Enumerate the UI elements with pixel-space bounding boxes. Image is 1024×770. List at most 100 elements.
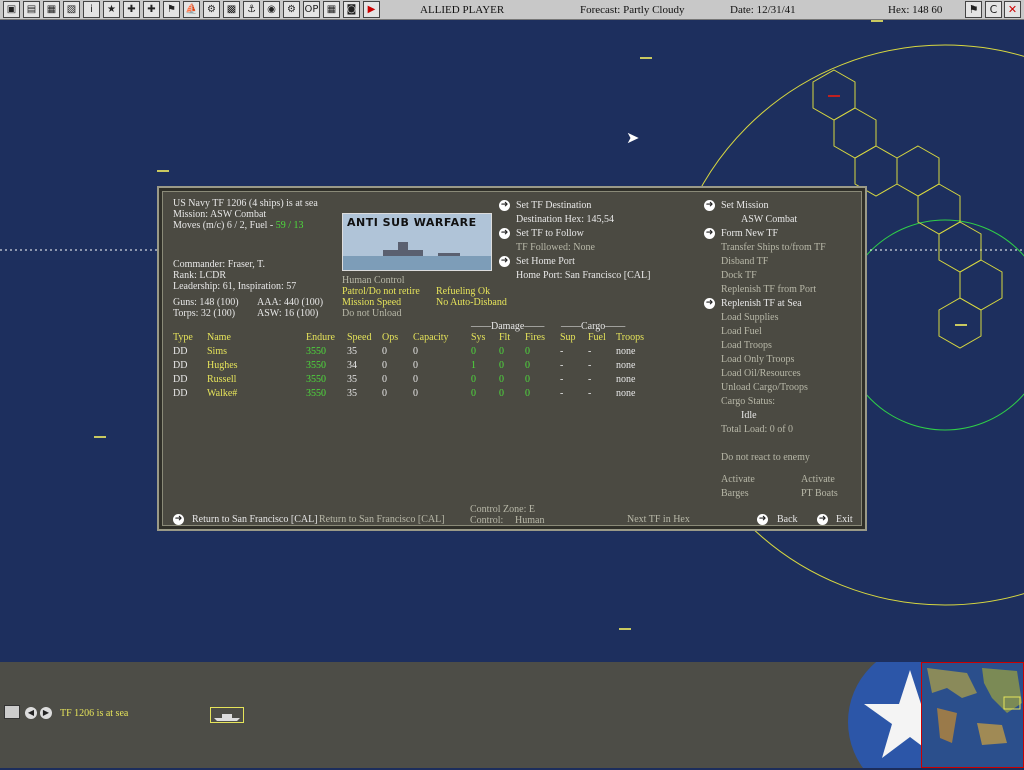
toolbar-button-14[interactable]: ⚙ [283, 1, 300, 18]
tf-marker[interactable] [955, 322, 967, 326]
form-new-tf-button[interactable]: Form New TF [721, 228, 778, 239]
column-header-sup[interactable]: Sup [560, 332, 576, 343]
load-troops-button[interactable]: Load Troops [721, 340, 772, 351]
close-icon[interactable]: ✕ [1004, 1, 1021, 18]
center-button[interactable]: C [985, 1, 1002, 18]
column-header-type[interactable]: Type [173, 332, 193, 343]
damage-label: Damage [491, 321, 525, 332]
load-fuel-button[interactable]: Load Fuel [721, 326, 762, 337]
load-supplies-button[interactable]: Load Supplies [721, 312, 779, 323]
back-button[interactable]: Back [777, 514, 798, 525]
tf-marker[interactable] [871, 20, 883, 22]
react-toggle[interactable]: Do not react to enemy [721, 452, 810, 463]
toolbar-button-18[interactable]: ▶ [363, 1, 380, 18]
next-tf-button[interactable]: Next TF in Hex [627, 514, 690, 525]
column-header-ops[interactable]: Ops [382, 332, 398, 343]
activate-pt-button[interactable]: Activate [801, 474, 835, 485]
transfer-ships-button[interactable]: Transfer Ships to/from TF [721, 242, 826, 253]
commander-name[interactable]: Commander: Fraser, T. [173, 259, 265, 270]
ship-name-link[interactable]: Sims [207, 346, 227, 357]
toolbar-button-10[interactable]: ⚙ [203, 1, 220, 18]
replenish-sea-button[interactable]: Replenish TF at Sea [721, 298, 802, 309]
replenish-port-button[interactable]: Replenish TF from Port [721, 284, 816, 295]
arrow-icon[interactable]: ➜ [704, 228, 715, 239]
arrow-icon[interactable]: ➜ [499, 200, 510, 211]
arrow-icon[interactable]: ➜ [499, 228, 510, 239]
unload-cargo-button[interactable]: Unload Cargo/Troops [721, 382, 808, 393]
home-port: Home Port: San Francisco [CAL] [516, 270, 651, 281]
exit-button[interactable]: Exit [836, 514, 853, 525]
toolbar-button-0[interactable]: ▣ [3, 1, 20, 18]
column-header-name[interactable]: Name [207, 332, 231, 343]
toolbar-button-7[interactable]: ✚ [143, 1, 160, 18]
column-header-troops[interactable]: Troops [616, 332, 644, 343]
mini-map[interactable] [921, 662, 1024, 768]
arrow-icon[interactable]: ➜ [499, 256, 510, 267]
set-home-port-button[interactable]: Set Home Port [516, 256, 575, 267]
toolbar-button-5[interactable]: ★ [103, 1, 120, 18]
arrow-icon[interactable]: ➜ [704, 200, 715, 211]
activate-barges-button-2[interactable]: Barges [721, 488, 749, 499]
load-oil-button[interactable]: Load Oil/Resources [721, 368, 801, 379]
toolbar-button-17[interactable]: ◙ [343, 1, 360, 18]
patrol-toggle[interactable]: Patrol/Do not retire [342, 286, 420, 297]
ship-name-link[interactable]: Walke# [207, 388, 237, 399]
toolbar-button-13[interactable]: ◉ [263, 1, 280, 18]
table-cell-capacity: 0 [413, 388, 418, 399]
toolbar-button-1[interactable]: ▤ [23, 1, 40, 18]
table-cell-capacity: 0 [413, 360, 418, 371]
toolbar-button-9[interactable]: ⛵ [183, 1, 200, 18]
column-header-fires[interactable]: Fires [525, 332, 545, 343]
toolbar-button-2[interactable]: ▦ [43, 1, 60, 18]
tf-marker[interactable] [619, 626, 631, 630]
column-header-sys[interactable]: Sys [471, 332, 485, 343]
activate-barges-button[interactable]: Activate [721, 474, 755, 485]
table-cell-endure: 3550 [306, 388, 326, 399]
toolbar-button-12[interactable]: ⚓ [243, 1, 260, 18]
toolbar-button-11[interactable]: ▩ [223, 1, 240, 18]
disband-tf-button[interactable]: Disband TF [721, 256, 768, 267]
ship-name-link[interactable]: Hughes [207, 360, 238, 371]
toolbar-button-4[interactable]: i [83, 1, 100, 18]
table-cell-troops: none [616, 388, 636, 399]
column-header-fuel[interactable]: Fuel [588, 332, 606, 343]
guns-stat: Guns: 148 (100) [173, 297, 239, 308]
toolbar-button-16[interactable]: ▦ [323, 1, 340, 18]
column-header-capacity[interactable]: Capacity [413, 332, 449, 343]
dock-tf-button[interactable]: Dock TF [721, 270, 757, 281]
prev-icon[interactable]: ◀ [25, 707, 37, 719]
column-header-speed[interactable]: Speed [347, 332, 371, 343]
refueling-toggle[interactable]: Refueling Ok [436, 286, 490, 297]
human-control[interactable]: Human Control [342, 275, 405, 286]
arrow-icon[interactable]: ➜ [173, 514, 184, 525]
auto-disband-toggle[interactable]: No Auto-Disband [436, 297, 507, 308]
list-icon[interactable] [4, 705, 20, 719]
arrow-icon[interactable]: ➜ [704, 298, 715, 309]
return-to-button[interactable]: Return to San Francisco [CAL] [192, 514, 318, 525]
toolbar-button-8[interactable]: ⚑ [163, 1, 180, 18]
ship-name-link[interactable]: Russell [207, 374, 236, 385]
tf-marker[interactable] [157, 168, 169, 172]
column-header-endure[interactable]: Endure [306, 332, 335, 343]
arrow-icon[interactable]: ➜ [757, 514, 768, 525]
torps-stat: Torps: 32 (100) [173, 308, 236, 319]
flag-icon[interactable]: ⚑ [965, 1, 982, 18]
set-follow-button[interactable]: Set TF to Follow [516, 228, 584, 239]
activate-pt-button-2[interactable]: PT Boats [801, 488, 838, 499]
toolbar-button-15[interactable]: OP [303, 1, 320, 18]
mission-speed-toggle[interactable]: Mission Speed [342, 297, 401, 308]
next-icon[interactable]: ▶ [40, 707, 52, 719]
set-destination-button[interactable]: Set TF Destination [516, 200, 591, 211]
ship-icon[interactable] [210, 707, 244, 723]
unload-toggle[interactable]: Do not Unload [342, 308, 401, 319]
toolbar-button-3[interactable]: ▧ [63, 1, 80, 18]
table-cell-ops: 0 [382, 360, 387, 371]
tf-marker[interactable] [640, 55, 652, 59]
arrow-icon[interactable]: ➜ [817, 514, 828, 525]
set-mission-button[interactable]: Set Mission [721, 200, 769, 211]
load-only-troops-button[interactable]: Load Only Troops [721, 354, 794, 365]
column-header-flt[interactable]: Flt [499, 332, 510, 343]
tf-marker[interactable] [94, 434, 106, 438]
toolbar-button-6[interactable]: ✚ [123, 1, 140, 18]
table-cell-flt: 0 [499, 346, 504, 357]
